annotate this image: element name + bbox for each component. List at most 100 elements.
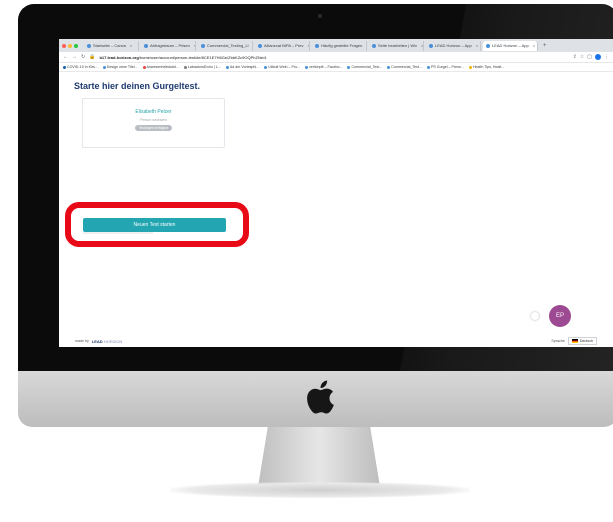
close-window-icon[interactable] bbox=[62, 43, 66, 48]
status-badge: Testungen verfügbar bbox=[134, 125, 173, 131]
brand-main: LEAD bbox=[91, 338, 103, 344]
maximize-window-icon[interactable] bbox=[74, 43, 78, 48]
bookmark-item[interactable]: Commercial_Test... bbox=[347, 65, 382, 69]
language-label: Sprache bbox=[551, 339, 565, 343]
language-value: Deutsch bbox=[579, 339, 593, 343]
new-tab-button[interactable]: + bbox=[540, 43, 550, 49]
made-by-label: made by bbox=[75, 339, 89, 343]
brand-sub: HORIZON bbox=[103, 338, 123, 344]
bookmark-favicon-icon bbox=[102, 65, 106, 69]
brand-logo[interactable]: LEAD HORIZON bbox=[92, 339, 122, 344]
minimize-window-icon[interactable] bbox=[68, 43, 72, 48]
browser-tab-active[interactable]: LEAD Horizon – App × bbox=[483, 40, 538, 51]
tab-label: Häufig gestellte Fragen bbox=[321, 43, 363, 48]
tab-label: LEAD Horizon – App bbox=[435, 43, 472, 48]
bookmark-label: LabradorsEvolu | L... bbox=[187, 65, 221, 69]
bookmark-label: COVID-19 In Kirs... bbox=[67, 65, 98, 69]
bookmark-favicon-icon bbox=[305, 65, 309, 69]
browser-tab[interactable]: Startseite – Canva × bbox=[84, 40, 139, 51]
bookmark-item[interactable]: verlichpft – Facebo... bbox=[305, 65, 342, 69]
bookmark-item[interactable]: Anwesenheitsbald... bbox=[142, 65, 179, 69]
tab-label: Allianzcat BIPA – Prev bbox=[264, 43, 304, 48]
tab-label: Seite bearbeiten | Wix bbox=[378, 43, 418, 48]
url-domain: b17.lead-horizon.org bbox=[99, 54, 139, 60]
tab-label: Commercial_Testing_Li bbox=[207, 43, 249, 48]
share-icon[interactable]: ⇪ bbox=[573, 54, 577, 60]
bookmark-label: Commercial_Test... bbox=[391, 65, 422, 69]
bookmark-item[interactable]: PS Gurgel – Prese... bbox=[426, 65, 464, 69]
made-by: made by LEAD HORIZON bbox=[75, 339, 122, 344]
tab-close-icon[interactable]: × bbox=[366, 43, 367, 48]
tab-label: LEAD Horizon – App bbox=[492, 43, 529, 48]
tab-favicon-icon bbox=[144, 43, 148, 48]
tab-close-icon[interactable]: × bbox=[421, 43, 423, 48]
page-footer: made by LEAD HORIZON Sprache Deutsch bbox=[59, 335, 613, 347]
address-bar: ← → ↻ 🔒 b17.lead-horizon.org/home/user/a… bbox=[59, 52, 613, 63]
lock-icon: 🔒 bbox=[89, 54, 96, 60]
bookmark-label: Anwesenheitsbald... bbox=[146, 65, 179, 69]
bookmark-favicon-icon bbox=[426, 65, 430, 69]
bookmark-favicon-icon bbox=[142, 65, 146, 69]
browser-tab[interactable]: Abfragebaum – Prisen × bbox=[141, 40, 196, 51]
camera-icon bbox=[318, 14, 322, 18]
profile-name: Elisabeth Pelzer bbox=[135, 109, 172, 115]
switch-person-link[interactable]: Person wechseln bbox=[140, 118, 167, 122]
bookmark-favicon-icon bbox=[468, 65, 472, 69]
bookmark-label: Design ohne Titel... bbox=[106, 65, 138, 69]
bookmark-favicon-icon bbox=[387, 65, 391, 69]
tab-close-icon[interactable]: × bbox=[476, 43, 478, 48]
language-select[interactable]: Deutsch bbox=[567, 337, 597, 345]
reload-icon[interactable]: ↻ bbox=[81, 54, 85, 60]
menu-kebab-icon[interactable]: ⋮ bbox=[604, 54, 609, 60]
page-content: Starte hier deinen Gurgeltest. Elisabeth… bbox=[59, 72, 613, 347]
bookmark-star-icon[interactable]: ☆ bbox=[580, 54, 584, 60]
profile-icon[interactable] bbox=[595, 54, 601, 60]
browser-tabbar: Startseite – Canva × Abfragebaum – Prisen… bbox=[59, 39, 613, 52]
browser-tab[interactable]: Häufig gestellte Fragen× bbox=[312, 40, 367, 51]
url-path: /home/user/account/person-test/de/6CE1E7… bbox=[138, 54, 267, 60]
tab-favicon-icon bbox=[372, 43, 376, 48]
browser-tab[interactable]: Allianzcat BIPA – Prev × bbox=[255, 40, 310, 51]
tab-close-icon[interactable]: × bbox=[194, 43, 195, 48]
bookmark-favicon-icon bbox=[264, 65, 268, 69]
extensions-icon[interactable]: ▢ bbox=[587, 54, 592, 60]
bookmark-item[interactable]: Ad der Vorlesphi... bbox=[225, 65, 259, 69]
browser-tab[interactable]: LEAD Horizon – App × bbox=[426, 40, 481, 51]
language-switch: Sprache Deutsch bbox=[551, 337, 597, 345]
imac-stand-base bbox=[170, 482, 470, 498]
address-bar-actions: ⇪ ☆ ▢ ⋮ bbox=[573, 54, 609, 60]
browser-tab[interactable]: Commercial_Testing_Li× bbox=[198, 40, 253, 51]
bookmark-favicon-icon bbox=[183, 65, 187, 69]
url-field[interactable]: b17.lead-horizon.org/home/user/account/p… bbox=[99, 55, 568, 60]
page-title: Starte hier deinen Gurgeltest. bbox=[74, 81, 201, 91]
bookmark-label: Commercial_Test... bbox=[351, 65, 383, 69]
bookmark-item[interactable]: COVID-19 In Kirs... bbox=[63, 65, 98, 69]
imac-stand bbox=[258, 427, 380, 487]
tab-close-icon[interactable]: × bbox=[308, 43, 310, 48]
bookmark-item[interactable]: Health Tips, Healt... bbox=[468, 65, 505, 69]
bookmark-label: PS Gurgel – Prese... bbox=[430, 65, 464, 69]
tab-favicon-icon bbox=[429, 43, 433, 48]
chat-indicator-icon[interactable] bbox=[531, 312, 539, 320]
bookmark-item[interactable]: Commercial_Test... bbox=[387, 65, 422, 69]
tab-close-icon[interactable]: × bbox=[130, 43, 132, 48]
forward-arrow-icon[interactable]: → bbox=[72, 54, 77, 60]
tab-favicon-icon bbox=[315, 43, 319, 48]
bookmark-item[interactable]: Design ohne Titel... bbox=[102, 65, 138, 69]
bookmark-label: Health Tips, Healt... bbox=[472, 65, 505, 69]
tab-favicon-icon bbox=[486, 43, 490, 48]
apple-logo-icon bbox=[307, 380, 334, 414]
browser-tab[interactable]: Seite bearbeiten | Wix × bbox=[369, 40, 424, 51]
bookmark-item[interactable]: LabradorsEvolu | L... bbox=[183, 65, 221, 69]
browser-screen: Startseite – Canva × Abfragebaum – Prisen… bbox=[59, 39, 613, 347]
tab-close-icon[interactable]: × bbox=[533, 43, 535, 48]
back-arrow-icon[interactable]: ← bbox=[63, 54, 68, 60]
user-avatar[interactable]: EP bbox=[549, 305, 571, 327]
bookmark-item[interactable]: Uitbuit Wein – Pro... bbox=[264, 65, 300, 69]
bookmark-favicon-icon bbox=[63, 65, 66, 69]
bookmark-label: verlichpft – Facebo... bbox=[309, 65, 343, 69]
bookmark-label: Uitbuit Wein – Pro... bbox=[268, 65, 301, 69]
profile-card[interactable]: Elisabeth Pelzer Person wechseln Testung… bbox=[82, 98, 225, 148]
bookmarks-bar: COVID-19 In Kirs... Design ohne Titel...… bbox=[59, 63, 613, 72]
tab-favicon-icon bbox=[87, 43, 91, 48]
